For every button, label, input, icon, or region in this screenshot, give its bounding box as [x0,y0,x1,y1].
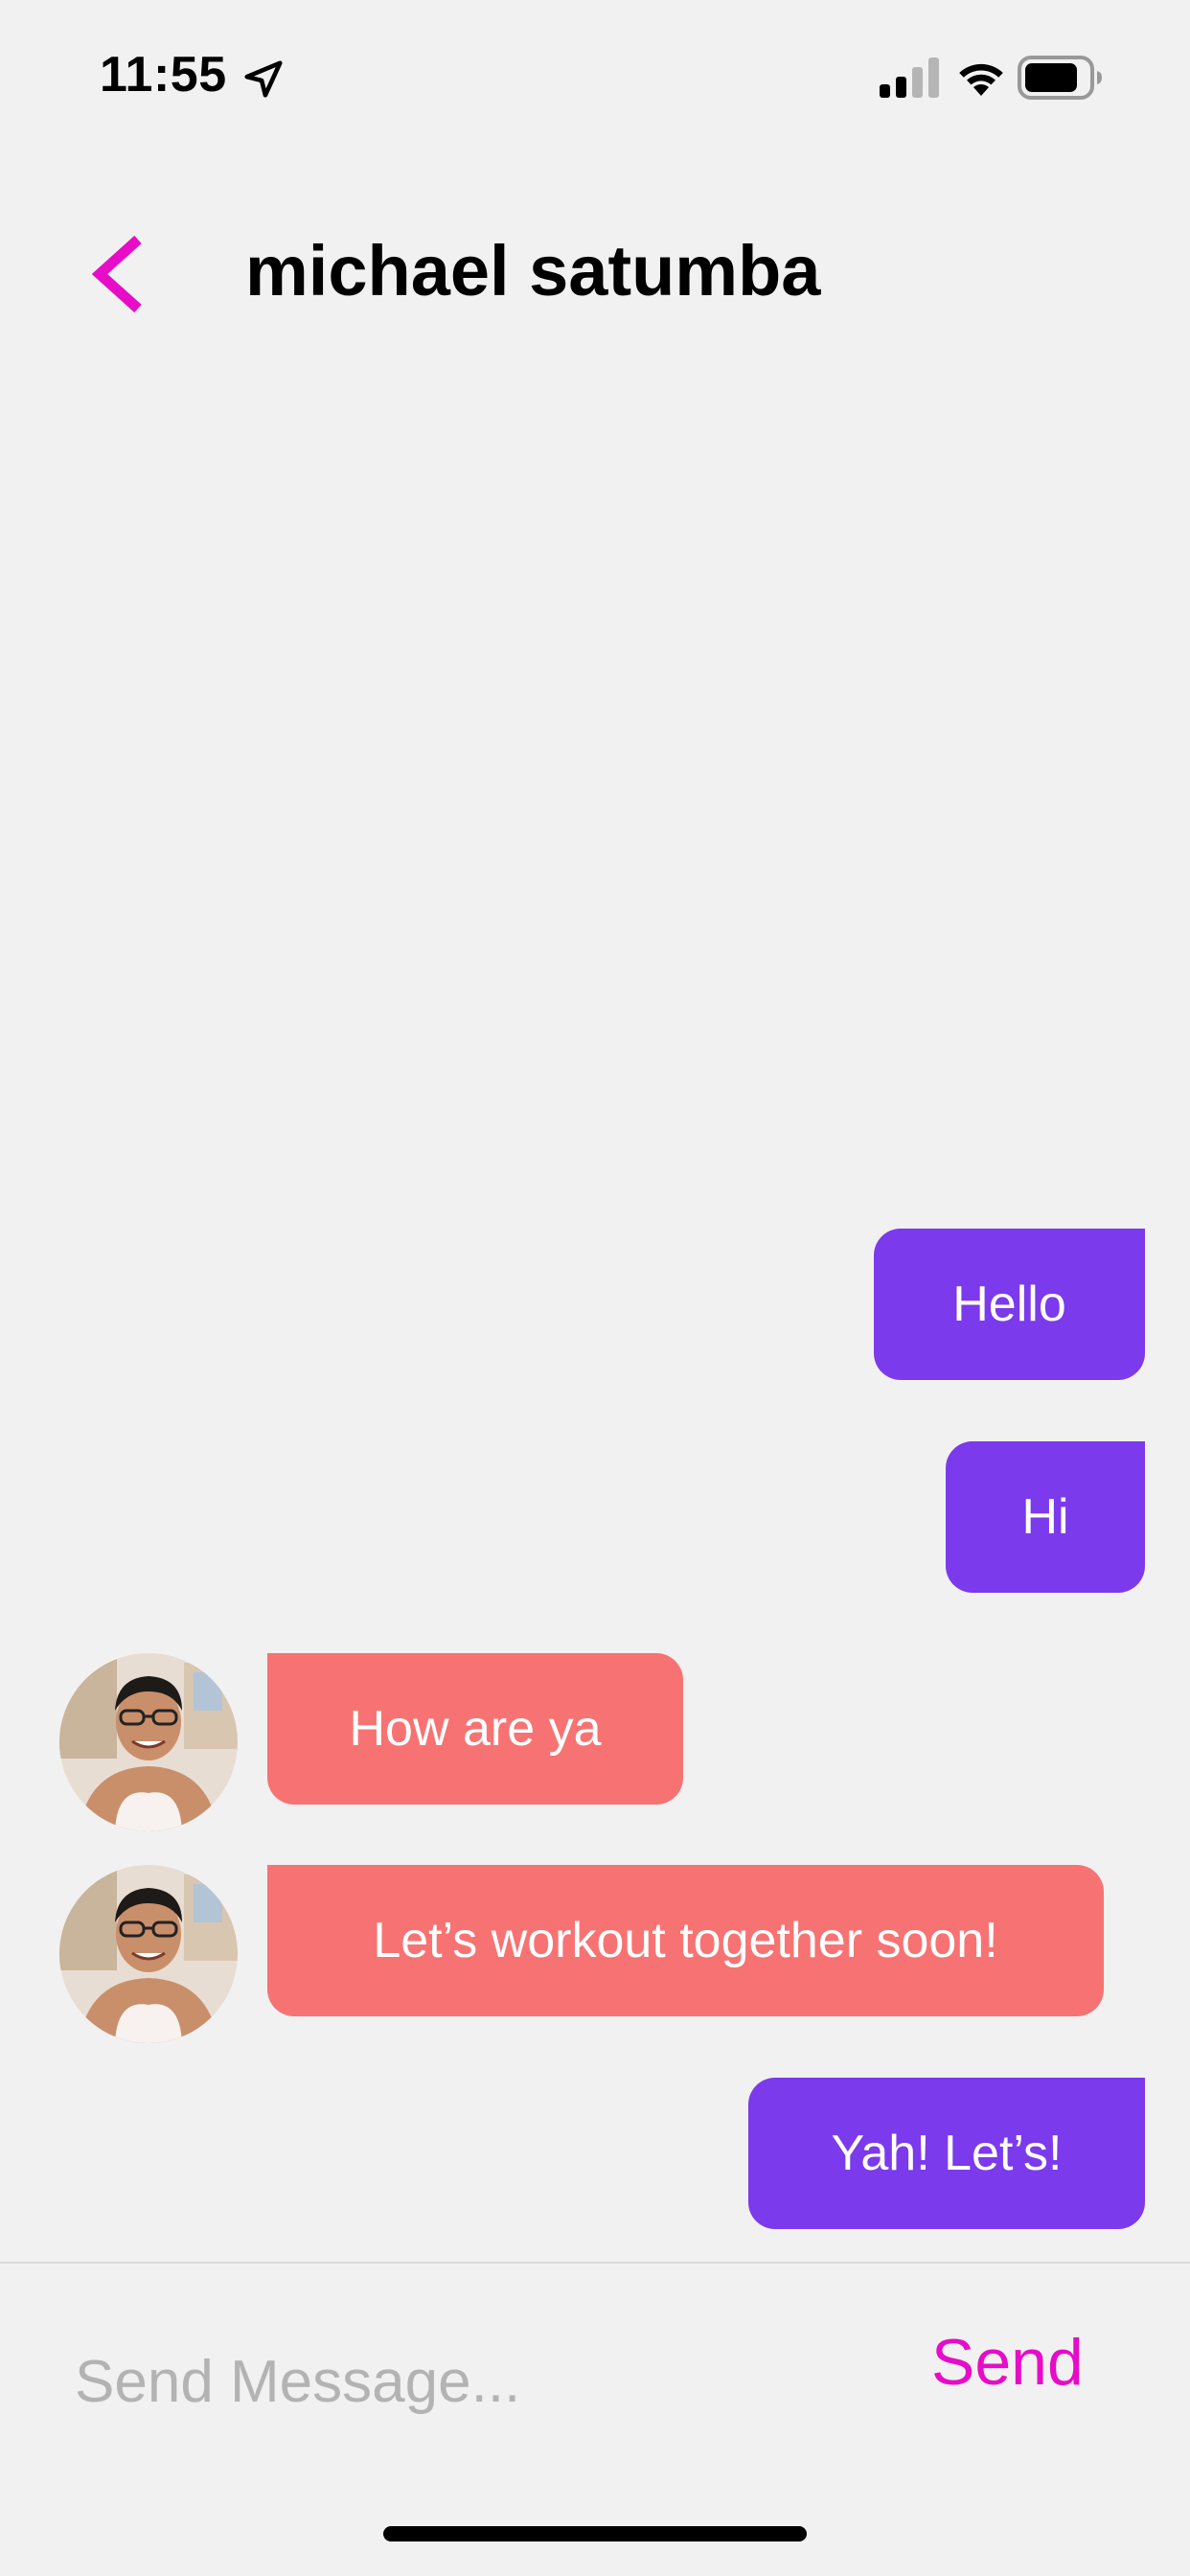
chevron-left-icon [91,235,142,313]
location-icon [244,60,283,98]
battery-icon [1018,56,1102,100]
message-list: Hello Hi How are ya Let’s workout togeth… [0,0,1190,2576]
chat-title: michael satumba [245,231,821,310]
message-text: Yah! Let’s! [831,2126,1063,2181]
sent-message-bubble[interactable]: Yah! Let’s! [748,2078,1145,2229]
message-input[interactable] [75,2338,860,2425]
composer-divider [0,2262,1190,2264]
status-bar: 11:55 [0,0,1190,144]
home-indicator[interactable] [383,2526,807,2542]
message-text: Hello [952,1276,1066,1332]
message-text: Let’s workout together soon! [373,1913,998,1968]
status-time: 11:55 [100,47,227,103]
back-button[interactable] [82,226,159,322]
received-message-bubble[interactable]: How are ya [267,1653,683,1805]
chat-header: michael satumba [0,201,1190,345]
contact-avatar[interactable] [59,1653,238,1831]
message-text: Hi [1021,1489,1069,1545]
received-message-bubble[interactable]: Let’s workout together soon! [267,1865,1104,2016]
message-text: How are ya [349,1701,602,1757]
wifi-icon [959,63,1003,96]
send-button[interactable]: Send [931,2325,1084,2400]
sent-message-bubble[interactable]: Hi [946,1441,1145,1593]
signal-icon [880,58,939,98]
sent-message-bubble[interactable]: Hello [874,1229,1145,1380]
contact-avatar[interactable] [59,1865,238,2043]
